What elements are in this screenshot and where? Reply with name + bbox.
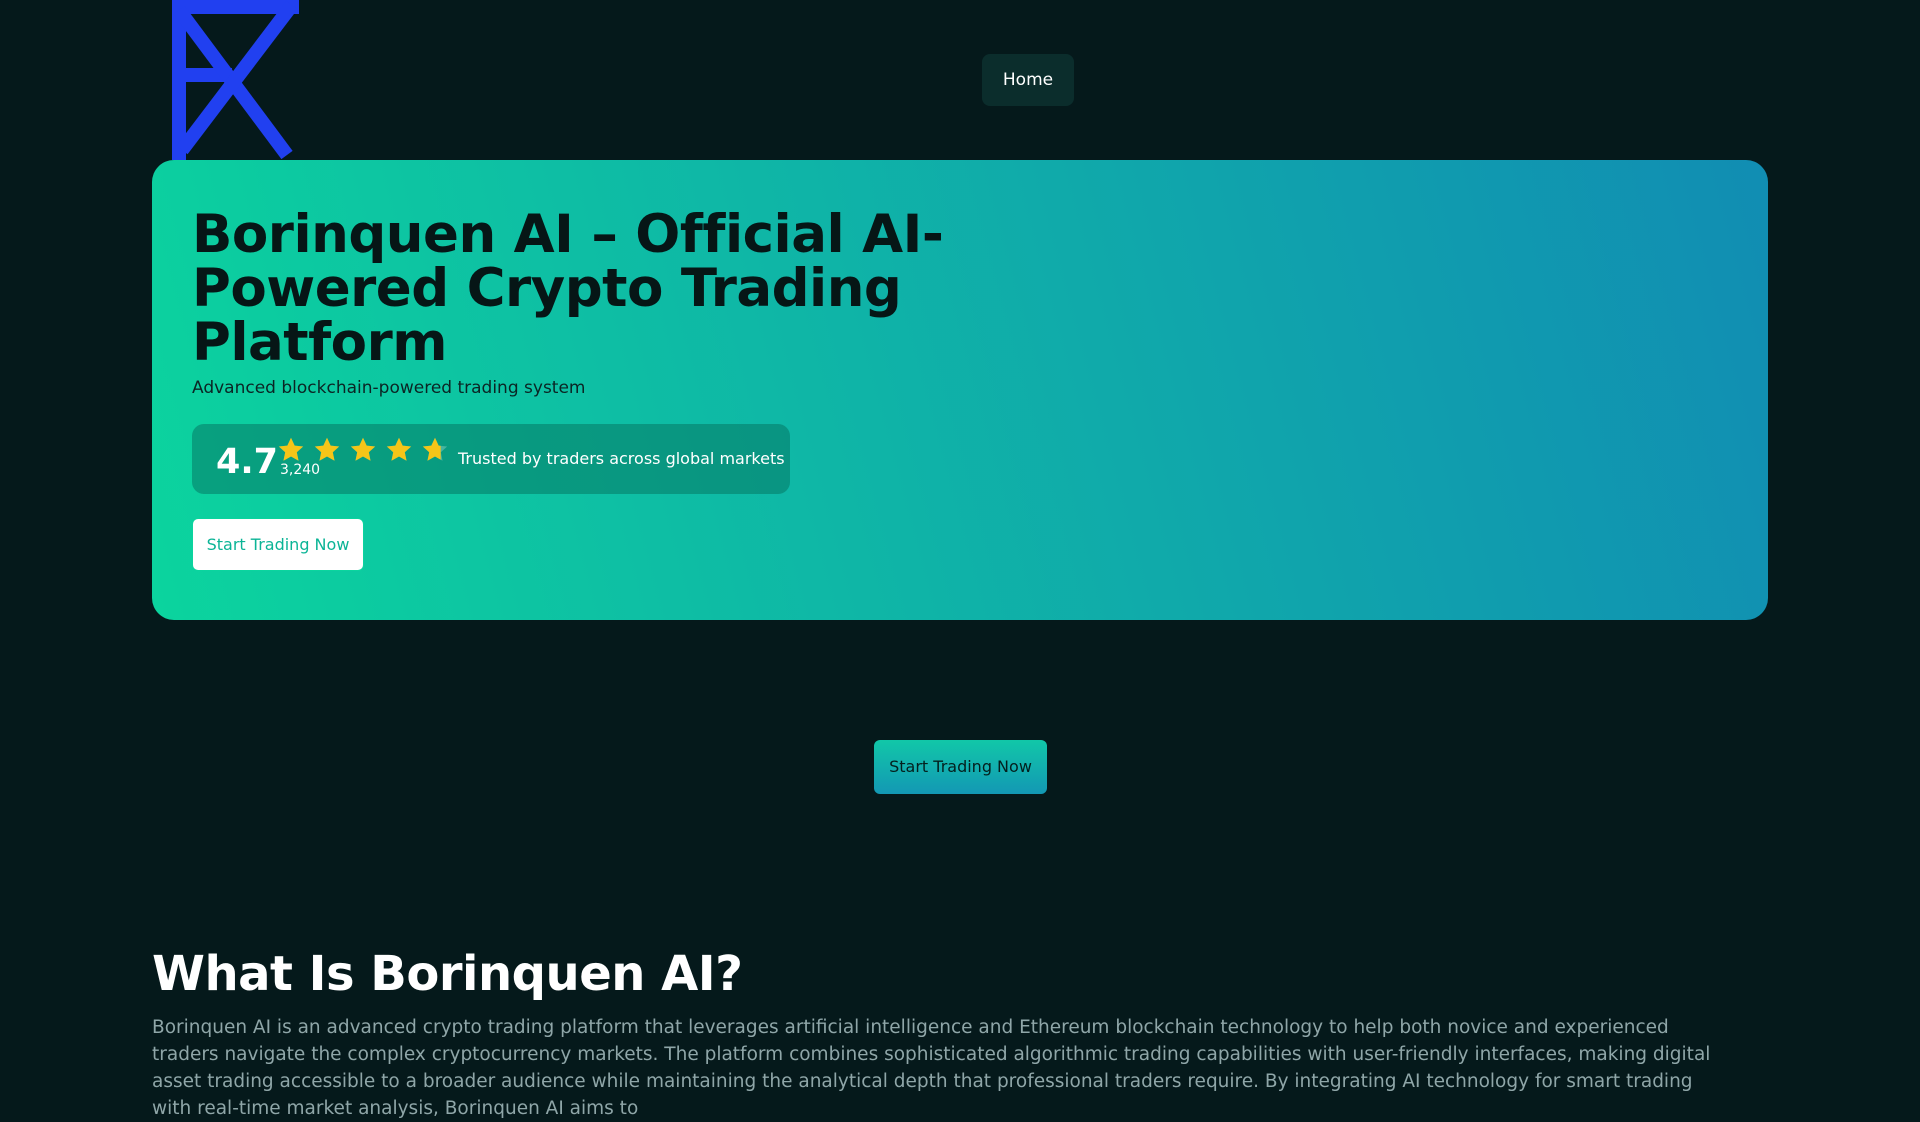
hero-section: Borinquen AI – Official AI-Powered Crypt… (152, 160, 1768, 620)
hero-subtitle: Advanced blockchain-powered trading syst… (192, 378, 586, 398)
star-full-icon (278, 437, 304, 461)
star-partial-icon (422, 437, 448, 461)
about-body: Borinquen AI is an advanced crypto tradi… (152, 1017, 1711, 1119)
star-full-icon (314, 437, 340, 461)
nav-home-link[interactable]: Home (982, 54, 1074, 106)
trusted-text: Trusted by traders across global markets (458, 449, 785, 468)
start-trading-button-secondary[interactable]: Start Trading Now (874, 740, 1047, 794)
logo-icon[interactable] (172, 0, 299, 160)
star-full-icon (386, 437, 412, 461)
star-full-icon (350, 437, 376, 461)
hero-title: Borinquen AI – Official AI-Powered Crypt… (192, 204, 944, 373)
site-header: Home (0, 0, 1920, 160)
start-trading-button[interactable]: Start Trading Now (192, 518, 364, 571)
rating-value: 4.7 (216, 442, 279, 482)
star-rating (276, 436, 450, 462)
rating-card: 4.7 3,240 Trusted by traders across glob… (192, 424, 790, 494)
about-title: What Is Borinquen AI? (152, 946, 743, 1002)
rating-count: 3,240 (280, 462, 321, 478)
